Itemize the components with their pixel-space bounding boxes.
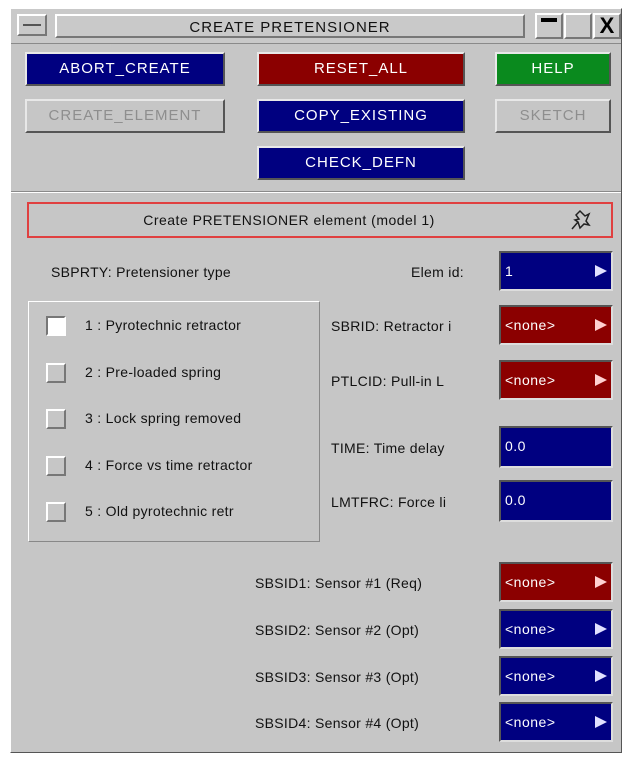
- create-pretensioner-window: CREATE PRETENSIONER X ABORT_CREATE RESET…: [10, 8, 622, 753]
- option-label: 1 : Pyrotechnic retractor: [85, 317, 242, 333]
- sbsid2-field[interactable]: <none>: [499, 609, 613, 649]
- window-menu-button[interactable]: [17, 14, 47, 36]
- create-element-button[interactable]: CREATE_ELEMENT: [25, 99, 225, 133]
- sbrid-label: SBRID: Retractor i: [331, 318, 452, 334]
- time-label: TIME: Time delay: [331, 440, 445, 456]
- sbsid3-label: SBSID3: Sensor #3 (Opt): [255, 669, 420, 685]
- arrow-right-icon[interactable]: [595, 576, 607, 588]
- option-pre-loaded-spring[interactable]: 2 : Pre-loaded spring: [29, 359, 319, 387]
- elem-id-field[interactable]: 1: [499, 251, 613, 291]
- option-checkbox[interactable]: [46, 409, 66, 429]
- arrow-right-icon[interactable]: [595, 265, 607, 277]
- sbsid2-label: SBSID2: Sensor #2 (Opt): [255, 622, 420, 638]
- sbrid-field[interactable]: <none>: [499, 305, 613, 345]
- sbsid1-field[interactable]: <none>: [499, 562, 613, 602]
- check-defn-button[interactable]: CHECK_DEFN: [257, 146, 465, 180]
- arrow-right-icon[interactable]: [595, 670, 607, 682]
- arrow-right-icon[interactable]: [595, 319, 607, 331]
- time-field[interactable]: 0.0: [499, 426, 613, 468]
- option-force-vs-time-retractor[interactable]: 4 : Force vs time retractor: [29, 452, 319, 480]
- sbsid4-field[interactable]: <none>: [499, 702, 613, 742]
- time-value: 0.0: [505, 438, 526, 454]
- info-message: Create PRETENSIONER element (model 1): [143, 212, 435, 228]
- abort-create-button[interactable]: ABORT_CREATE: [25, 52, 225, 86]
- sbsid4-label: SBSID4: Sensor #4 (Opt): [255, 715, 420, 731]
- option-checkbox[interactable]: [46, 363, 66, 383]
- lmtfrc-label: LMTFRC: Force li: [331, 494, 447, 510]
- sbsid1-label: SBSID1: Sensor #1 (Req): [255, 575, 423, 591]
- sbsid2-value: <none>: [505, 621, 556, 637]
- sbsid3-value: <none>: [505, 668, 556, 684]
- sbsid1-value: <none>: [505, 574, 556, 590]
- elem-id-value: 1: [505, 263, 514, 279]
- maximize-button[interactable]: [564, 13, 592, 39]
- info-message-box: Create PRETENSIONER element (model 1): [27, 202, 613, 238]
- pin-icon[interactable]: [567, 207, 593, 233]
- minimize-button[interactable]: [535, 13, 563, 39]
- help-button[interactable]: HELP: [495, 52, 611, 86]
- option-label: 4 : Force vs time retractor: [85, 457, 253, 473]
- sbprty-label: SBPRTY: Pretensioner type: [51, 264, 231, 280]
- option-checkbox[interactable]: [46, 502, 66, 522]
- lmtfrc-field[interactable]: 0.0: [499, 480, 613, 522]
- arrow-right-icon[interactable]: [595, 716, 607, 728]
- option-label: 2 : Pre-loaded spring: [85, 364, 222, 380]
- close-button[interactable]: X: [593, 13, 621, 39]
- elem-id-label: Elem id:: [411, 264, 464, 280]
- option-lock-spring-removed[interactable]: 3 : Lock spring removed: [29, 405, 319, 433]
- arrow-right-icon[interactable]: [595, 623, 607, 635]
- window-title[interactable]: CREATE PRETENSIONER: [55, 14, 525, 38]
- sbsid3-field[interactable]: <none>: [499, 656, 613, 696]
- copy-existing-button[interactable]: COPY_EXISTING: [257, 99, 465, 133]
- option-label: 5 : Old pyrotechnic retr: [85, 503, 234, 519]
- title-bar: CREATE PRETENSIONER X: [11, 9, 621, 44]
- arrow-right-icon[interactable]: [595, 374, 607, 386]
- sbsid4-value: <none>: [505, 714, 556, 730]
- pretensioner-type-options: 1 : Pyrotechnic retractor 2 : Pre-loaded…: [28, 301, 320, 542]
- lmtfrc-value: 0.0: [505, 492, 526, 508]
- reset-all-button[interactable]: RESET_ALL: [257, 52, 465, 86]
- option-old-pyrotechnic-retr[interactable]: 5 : Old pyrotechnic retr: [29, 498, 319, 526]
- option-pyrotechnic-retractor[interactable]: 1 : Pyrotechnic retractor: [29, 312, 319, 340]
- option-label: 3 : Lock spring removed: [85, 410, 242, 426]
- sbrid-value: <none>: [505, 317, 556, 333]
- separator: [11, 191, 621, 193]
- sketch-button[interactable]: SKETCH: [495, 99, 611, 133]
- ptlcid-value: <none>: [505, 372, 556, 388]
- ptlcid-label: PTLCID: Pull-in L: [331, 373, 445, 389]
- option-checkbox[interactable]: [46, 456, 66, 476]
- option-checkbox[interactable]: [46, 316, 66, 336]
- ptlcid-field[interactable]: <none>: [499, 360, 613, 400]
